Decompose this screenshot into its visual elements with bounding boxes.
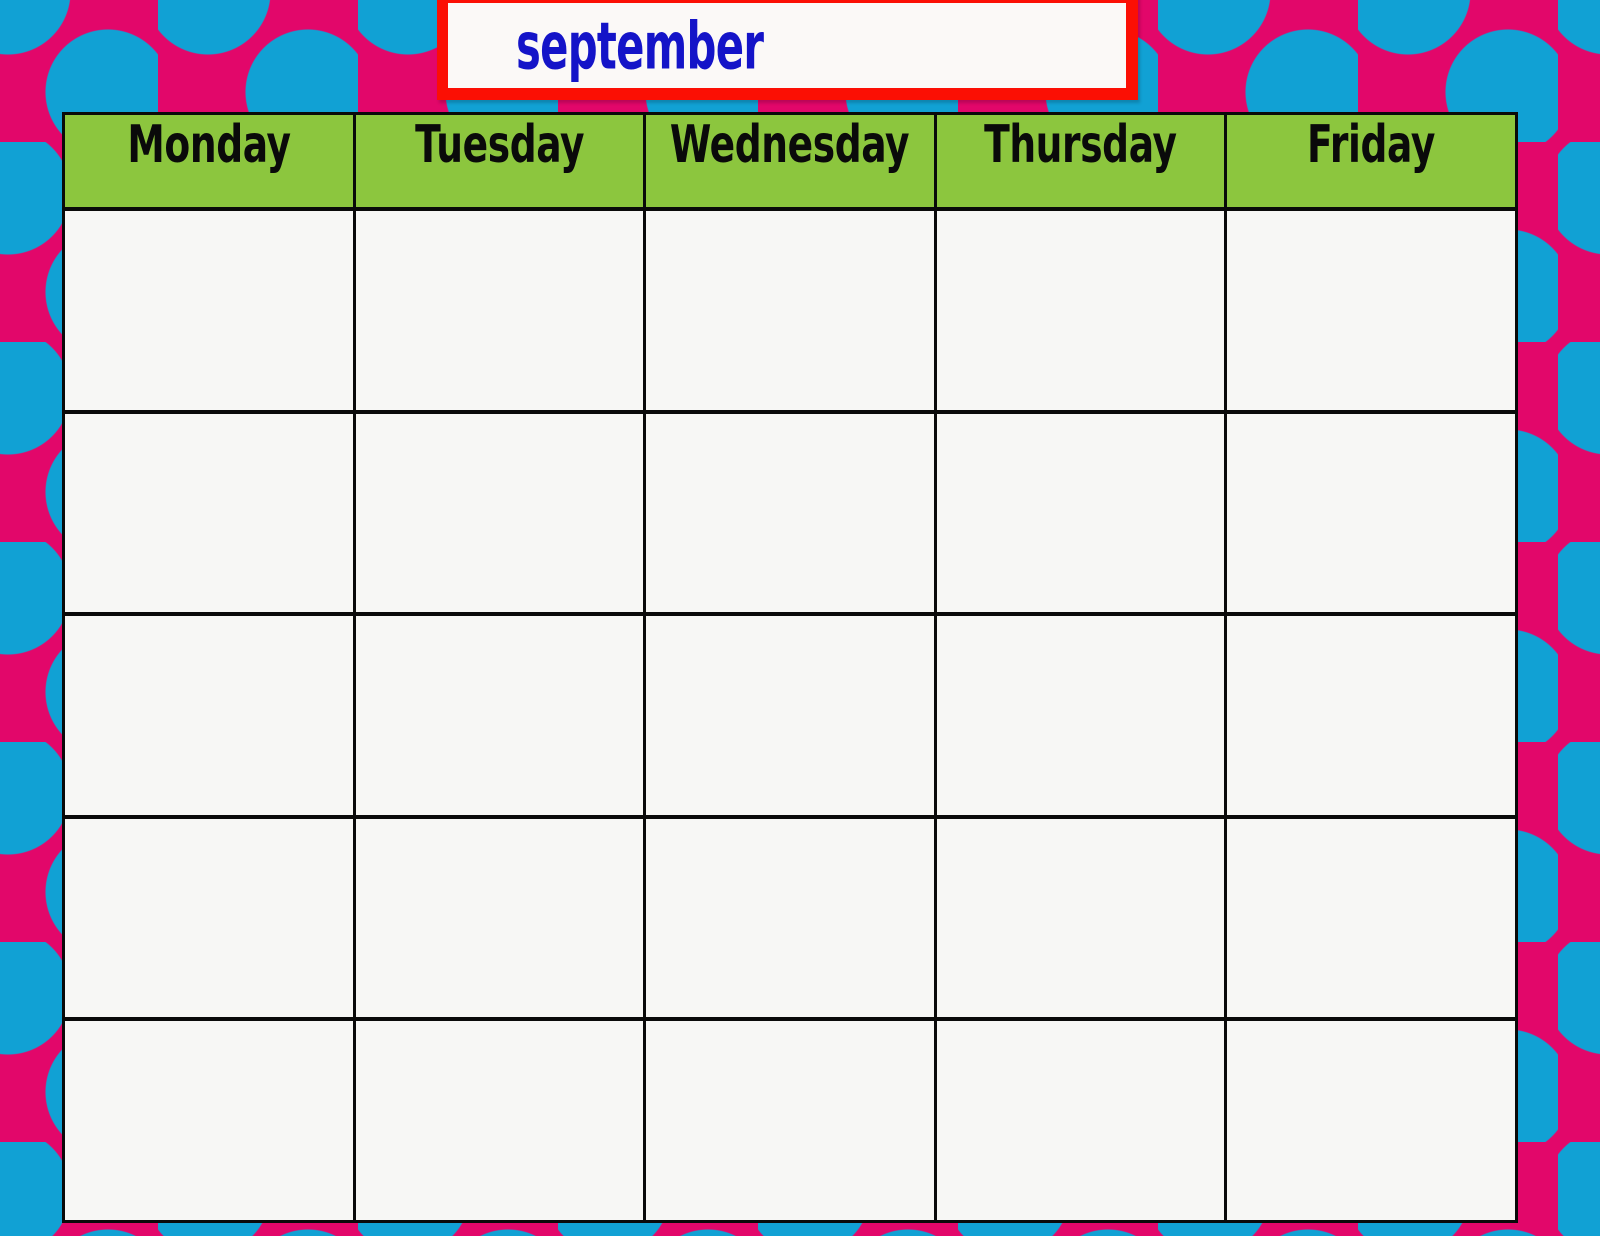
weekday-label: Wednesday <box>670 115 910 176</box>
weekday-header-friday: Friday <box>1227 115 1515 207</box>
day-cell[interactable] <box>1227 616 1515 815</box>
day-cell[interactable] <box>355 211 647 410</box>
weekday-label: Thursday <box>984 115 1177 176</box>
day-cell-text <box>65 211 353 227</box>
calendar-page: september Monday Tuesday Wednesday Thurs… <box>0 0 1600 1236</box>
day-cell-text <box>65 414 353 430</box>
weekday-header-wednesday: Wednesday <box>646 115 937 207</box>
week-row <box>65 818 1515 1022</box>
day-cell-text <box>937 616 1225 632</box>
day-cell[interactable] <box>1227 413 1515 613</box>
day-cell-text <box>937 819 1225 835</box>
day-cell-text <box>356 819 644 835</box>
day-cell[interactable] <box>65 211 356 410</box>
page-title: september <box>516 7 764 84</box>
day-cell-text <box>937 414 1225 430</box>
day-cell[interactable] <box>936 616 1228 815</box>
day-cell-text <box>646 819 934 835</box>
day-cell[interactable] <box>646 818 937 1018</box>
day-cell[interactable] <box>355 616 647 815</box>
week-row <box>65 211 1515 414</box>
day-cell[interactable] <box>936 211 1228 410</box>
weekday-header-thursday: Thursday <box>936 115 1228 207</box>
day-cell-text <box>356 414 644 430</box>
day-cell-text <box>356 1021 644 1037</box>
calendar-grid: Monday Tuesday Wednesday Thursday Friday <box>62 112 1518 1223</box>
weekday-header-tuesday: Tuesday <box>355 115 647 207</box>
weekday-label: Tuesday <box>414 115 584 176</box>
day-cell-text <box>646 1021 934 1037</box>
day-cell[interactable] <box>936 413 1228 613</box>
day-cell[interactable] <box>936 1021 1228 1220</box>
day-cell[interactable] <box>1227 818 1515 1018</box>
day-cell-text <box>65 616 353 632</box>
day-cell[interactable] <box>355 1021 647 1220</box>
day-cell[interactable] <box>646 1021 937 1220</box>
day-cell-text <box>937 1021 1225 1037</box>
day-cell[interactable] <box>936 818 1228 1018</box>
week-row <box>65 616 1515 819</box>
day-cell-text <box>356 211 644 227</box>
day-cell[interactable] <box>355 818 647 1018</box>
day-cell-text <box>356 616 644 632</box>
day-cell-text <box>65 1021 353 1037</box>
day-cell-text <box>1227 211 1515 227</box>
month-title-plaque: september <box>437 0 1138 100</box>
day-cell[interactable] <box>646 211 937 410</box>
day-cell[interactable] <box>65 413 356 613</box>
day-cell-text <box>1227 616 1515 632</box>
day-cell-text <box>646 211 934 227</box>
week-row <box>65 1021 1515 1220</box>
day-cell-text <box>646 616 934 632</box>
weekday-label: Friday <box>1307 115 1436 176</box>
day-cell[interactable] <box>65 818 356 1018</box>
day-cell-text <box>1227 819 1515 835</box>
day-cell-text <box>65 819 353 835</box>
day-cell[interactable] <box>65 1021 356 1220</box>
weekday-header-row: Monday Tuesday Wednesday Thursday Friday <box>65 115 1515 211</box>
day-cell-text <box>646 414 934 430</box>
day-cell[interactable] <box>65 616 356 815</box>
day-cell[interactable] <box>646 413 937 613</box>
day-cell[interactable] <box>1227 1021 1515 1220</box>
week-row <box>65 413 1515 617</box>
day-cell-text <box>937 211 1225 227</box>
month-title-plaque-inner: september <box>448 3 1126 88</box>
day-cell[interactable] <box>355 413 647 613</box>
weekday-header-monday: Monday <box>65 115 356 207</box>
day-cell-text <box>1227 414 1515 430</box>
day-cell[interactable] <box>1227 211 1515 410</box>
weekday-label: Monday <box>127 115 291 176</box>
day-cell-text <box>1227 1021 1515 1037</box>
day-cell[interactable] <box>646 616 937 815</box>
